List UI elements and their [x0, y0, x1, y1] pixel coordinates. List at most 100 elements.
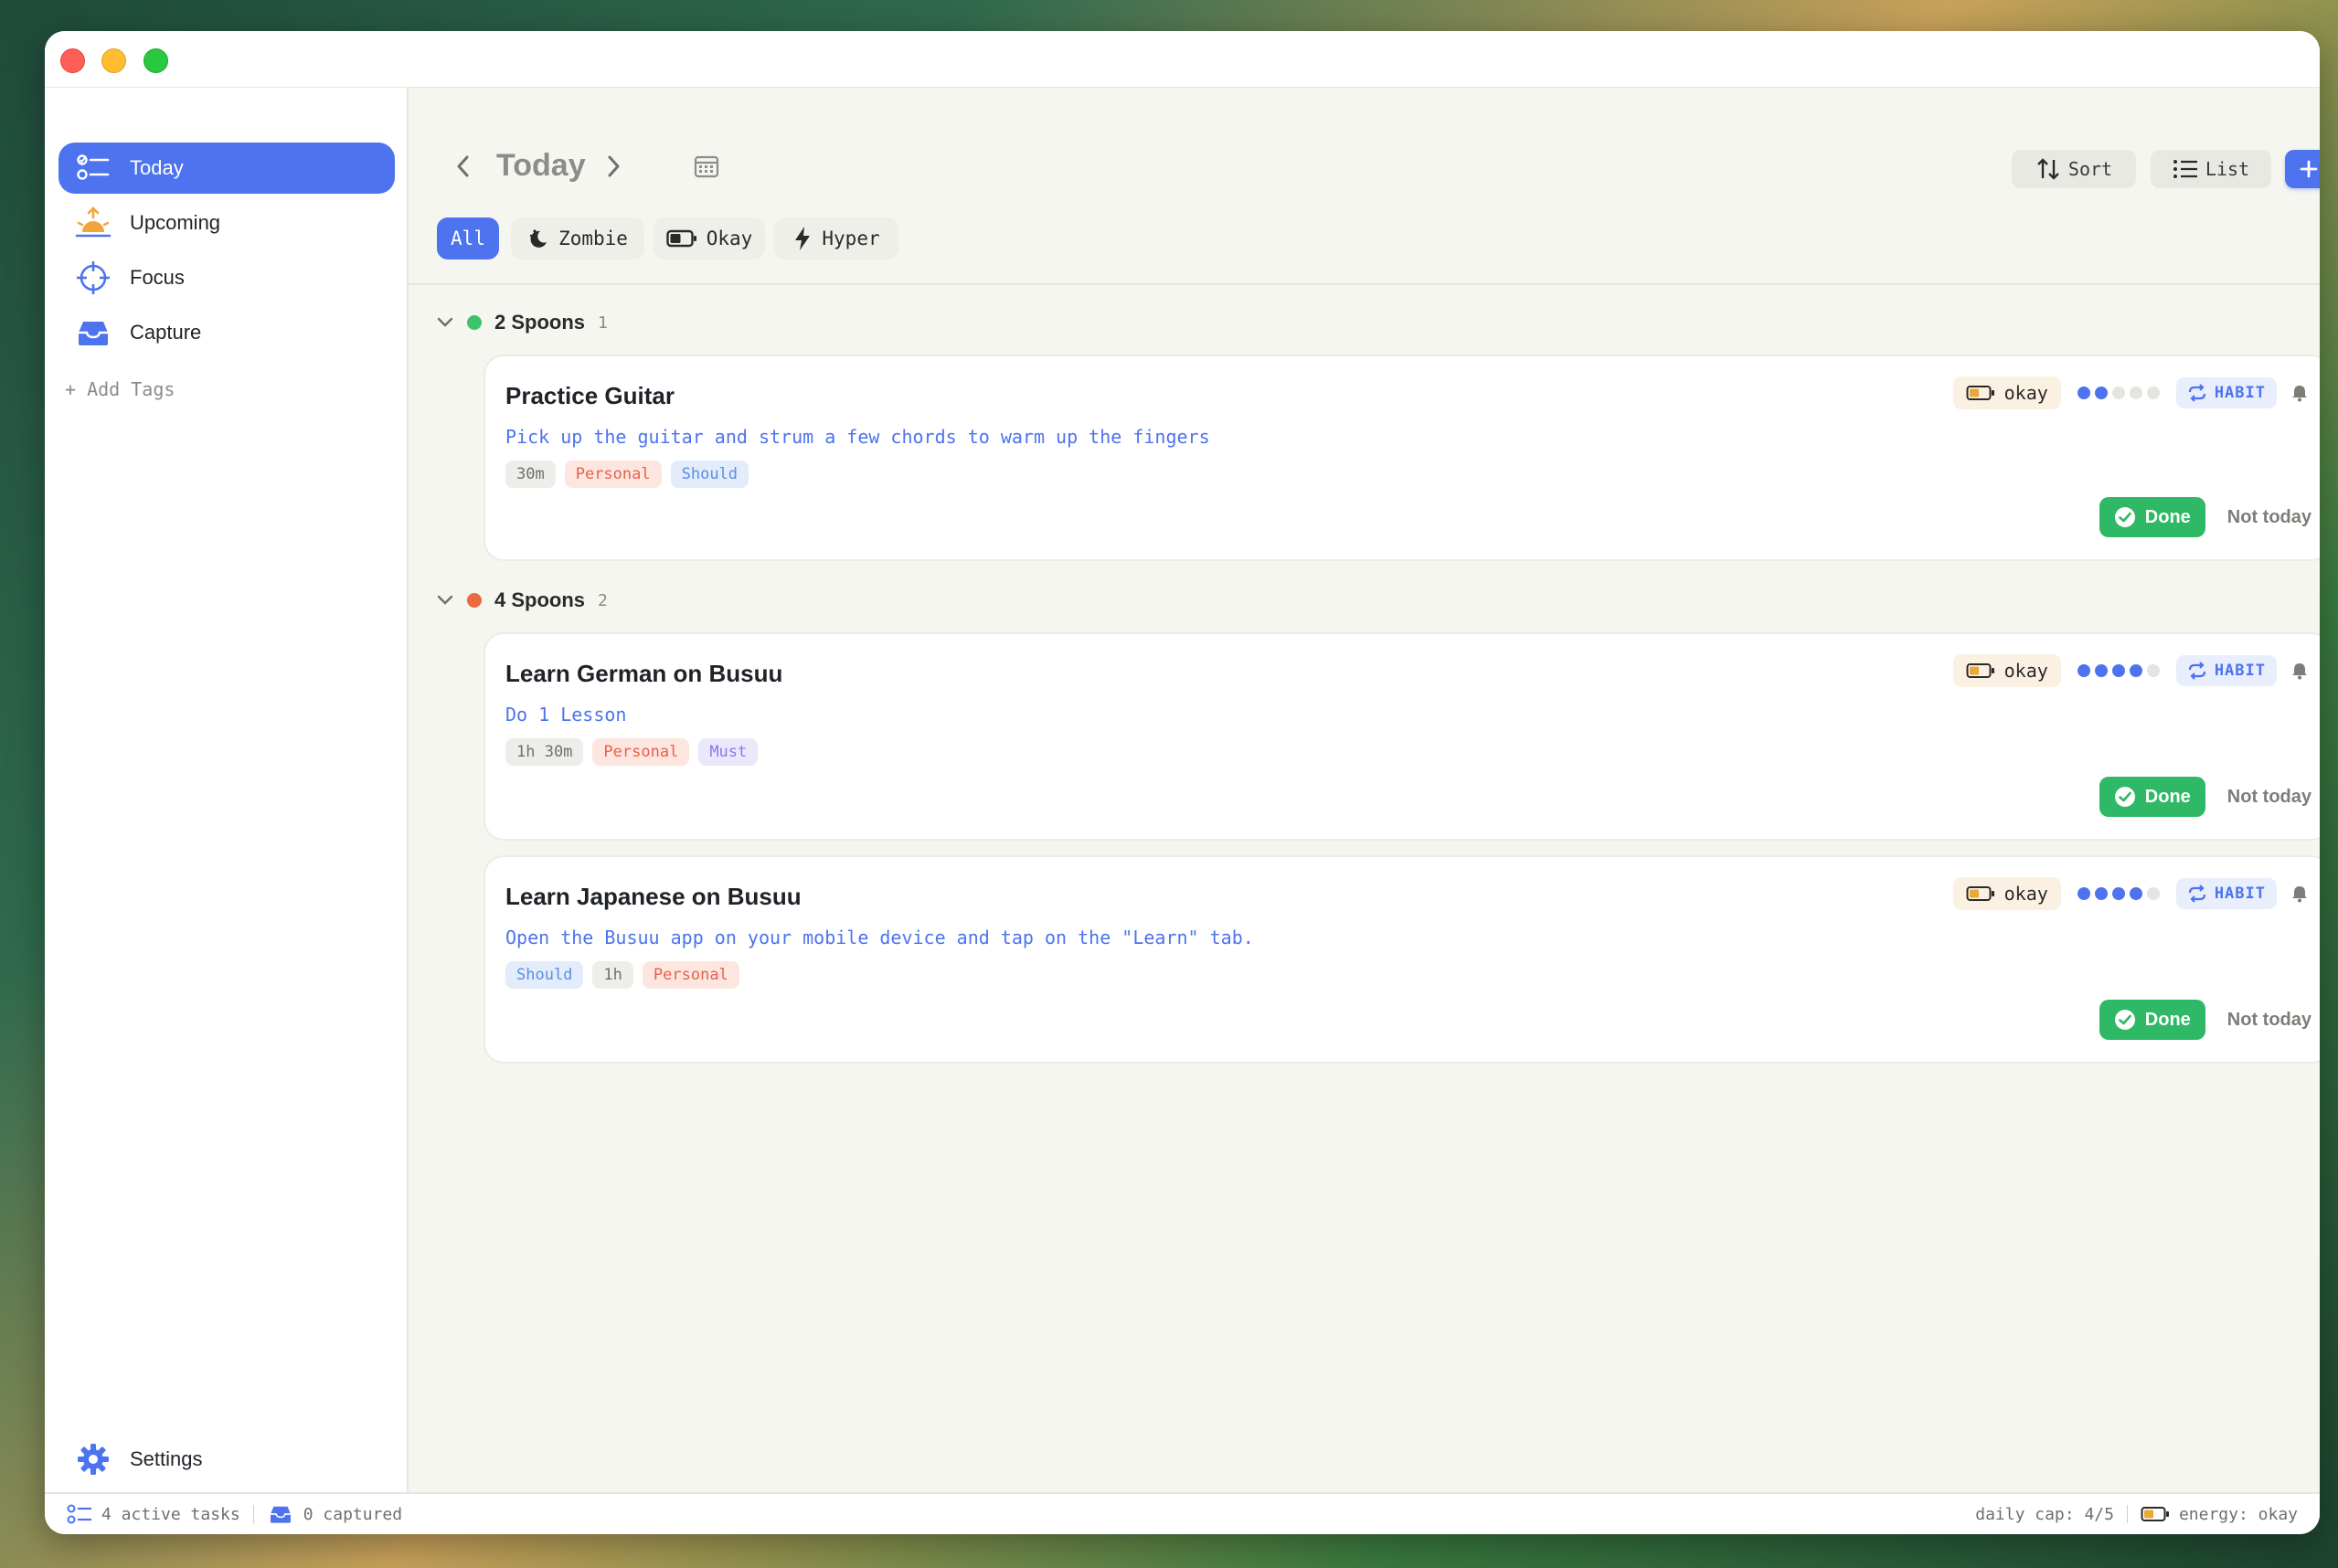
- chevron-down-icon: [437, 317, 453, 327]
- filter-label: Zombie: [558, 228, 628, 249]
- inbox-tray-icon: [75, 314, 112, 351]
- spoon-dot: [2146, 887, 2160, 900]
- status-bar-right: daily cap: 4/5 energy: okay: [1975, 1505, 2298, 1524]
- habit-badge[interactable]: HABIT: [2175, 878, 2277, 909]
- task-card[interactable]: Practice Guitar Pick up the guitar and s…: [484, 355, 2320, 561]
- add-tags-button[interactable]: + Add Tags: [65, 378, 175, 400]
- chevron-down-icon: [437, 595, 453, 605]
- reminder-bell-button[interactable]: [2288, 659, 2311, 683]
- battery-half-icon: [666, 229, 696, 248]
- tag-duration[interactable]: 1h 30m: [505, 738, 584, 766]
- spoon-dot: [2077, 664, 2090, 677]
- gear-icon: [75, 1441, 112, 1478]
- habit-badge[interactable]: HABIT: [2175, 377, 2277, 408]
- task-title: Learn German on Busuu: [505, 660, 783, 687]
- section-header-4-spoons[interactable]: 4 Spoons 2: [436, 588, 608, 612]
- sidebar-item-today[interactable]: Today: [58, 143, 395, 194]
- filter-all[interactable]: All: [437, 217, 499, 260]
- done-label: Done: [2144, 786, 2191, 807]
- not-today-button[interactable]: Not today: [2227, 507, 2311, 528]
- sidebar-item-focus[interactable]: Focus: [58, 252, 395, 303]
- sidebar-item-label: Upcoming: [130, 211, 221, 234]
- task-actions: Done Not today: [2099, 777, 2311, 817]
- spoon-rating: [2072, 887, 2165, 900]
- zoom-window-button[interactable]: [143, 48, 168, 73]
- not-today-button[interactable]: Not today: [2227, 1010, 2311, 1031]
- tag-personal[interactable]: Personal: [564, 461, 662, 488]
- captured-count: 0 captured: [303, 1504, 403, 1524]
- sidebar-item-label: Capture: [130, 321, 202, 344]
- sidebar-item-upcoming[interactable]: Upcoming: [58, 197, 395, 249]
- tag-duration[interactable]: 1h: [592, 961, 633, 989]
- status-bar: 4 active tasks 0 captured daily cap: 4/5…: [45, 1492, 2320, 1534]
- close-window-button[interactable]: [60, 48, 85, 73]
- status-bar-left: 4 active tasks 0 captured: [67, 1503, 402, 1525]
- task-card[interactable]: Learn Japanese on Busuu Open the Busuu a…: [484, 855, 2320, 1064]
- battery-half-icon: [1966, 886, 1994, 901]
- reminder-bell-button[interactable]: [2288, 381, 2311, 405]
- toolbar-header: Today Sort List All Zombie Okay Hyper: [409, 88, 2320, 285]
- repeat-icon: [2188, 662, 2205, 680]
- add-task-button[interactable]: [2285, 150, 2320, 188]
- spoon-level-dot: [467, 593, 482, 608]
- not-today-button[interactable]: Not today: [2227, 787, 2311, 808]
- divider: [252, 1505, 254, 1523]
- filter-hyper[interactable]: Hyper: [774, 217, 898, 260]
- energy-badge[interactable]: okay: [1952, 376, 2061, 409]
- done-button[interactable]: Done: [2099, 1000, 2205, 1040]
- done-label: Done: [2144, 1009, 2191, 1030]
- tag-personal[interactable]: Personal: [592, 738, 690, 766]
- filter-label: Hyper: [822, 228, 880, 249]
- energy-status: energy: okay: [2178, 1504, 2298, 1524]
- spoon-dot: [2146, 664, 2160, 677]
- task-tags: 30m Personal Should: [505, 461, 749, 488]
- tag-personal[interactable]: Personal: [642, 961, 739, 989]
- task-meta: okay HABIT: [1952, 654, 2311, 687]
- tag-duration[interactable]: 30m: [505, 461, 556, 488]
- tag-must[interactable]: Must: [698, 738, 759, 766]
- task-description: Do 1 Lesson: [505, 704, 627, 726]
- view-list-button[interactable]: List: [2151, 150, 2271, 188]
- habit-badge[interactable]: HABIT: [2175, 655, 2277, 686]
- sort-label: Sort: [2067, 158, 2113, 180]
- reminder-bell-button[interactable]: [2288, 882, 2311, 906]
- spoon-dot: [2146, 387, 2160, 399]
- task-title: Learn Japanese on Busuu: [505, 883, 802, 910]
- task-card[interactable]: Learn German on Busuu Do 1 Lesson 1h 30m…: [484, 632, 2320, 841]
- energy-badge[interactable]: okay: [1952, 877, 2061, 910]
- check-circle-icon: [2114, 1010, 2135, 1030]
- done-button[interactable]: Done: [2099, 497, 2205, 537]
- chevron-right-icon: [608, 155, 620, 177]
- main-content: Today Sort List All Zombie Okay Hyper 2 …: [409, 88, 2320, 1521]
- spoon-dot: [2111, 387, 2125, 399]
- tag-should[interactable]: Should: [505, 961, 584, 989]
- spoon-dot: [2094, 664, 2108, 677]
- tag-should[interactable]: Should: [670, 461, 749, 488]
- inbox-tray-icon: [270, 1506, 291, 1523]
- spoon-rating: [2072, 387, 2165, 399]
- minimize-window-button[interactable]: [101, 48, 126, 73]
- today-list-icon: [75, 150, 112, 186]
- task-tags: Should 1h Personal: [505, 961, 739, 989]
- previous-day-button[interactable]: [445, 148, 482, 185]
- filter-zombie[interactable]: Zombie: [511, 217, 644, 260]
- repeat-icon: [2188, 885, 2205, 903]
- sidebar-item-capture[interactable]: Capture: [58, 307, 395, 358]
- section-count: 1: [598, 313, 608, 333]
- calendar-button[interactable]: [690, 150, 723, 183]
- habit-label: HABIT: [2214, 662, 2266, 680]
- list-label: List: [2205, 158, 2250, 180]
- task-actions: Done Not today: [2099, 1000, 2311, 1040]
- spoon-rating: [2072, 664, 2165, 677]
- spoon-dot: [2111, 664, 2125, 677]
- next-day-button[interactable]: [595, 148, 632, 185]
- sidebar-item-label: Today: [130, 156, 184, 179]
- done-button[interactable]: Done: [2099, 777, 2205, 817]
- sort-button[interactable]: Sort: [2012, 150, 2136, 188]
- spoon-level-dot: [467, 315, 482, 330]
- section-header-2-spoons[interactable]: 2 Spoons 1: [436, 311, 608, 334]
- settings-button[interactable]: Settings: [58, 1434, 395, 1485]
- energy-badge[interactable]: okay: [1952, 654, 2061, 687]
- filter-okay[interactable]: Okay: [654, 217, 765, 260]
- chevron-left-icon: [457, 155, 469, 177]
